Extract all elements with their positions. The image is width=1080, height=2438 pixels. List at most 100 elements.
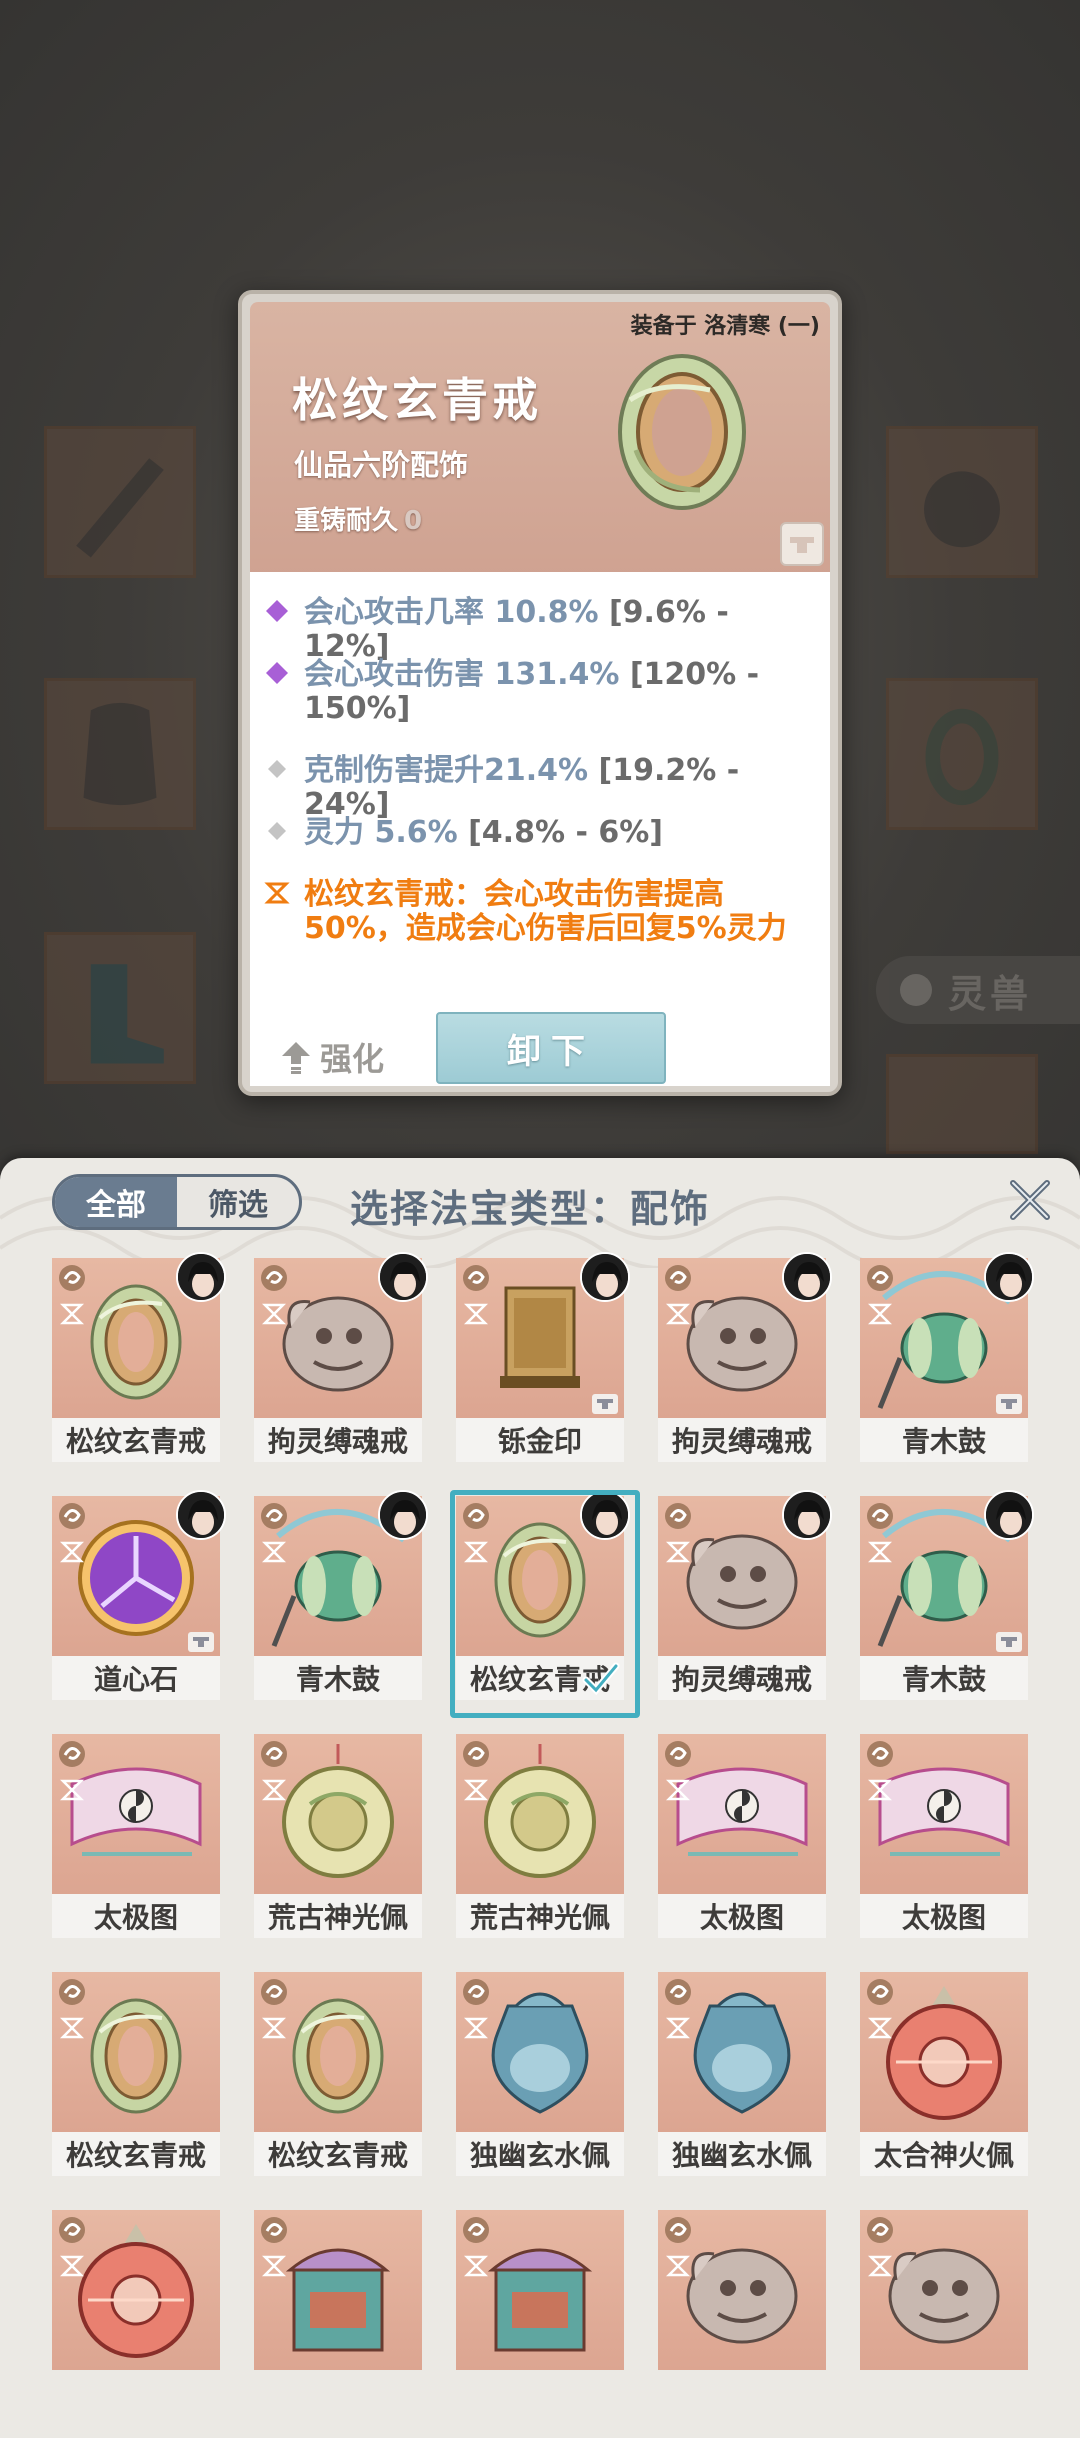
ring-artwork xyxy=(618,354,746,510)
item-card-name: 拘灵缚魂戒 xyxy=(658,1656,826,1700)
close-button[interactable] xyxy=(1004,1174,1056,1226)
item-card-name: 拘灵缚魂戒 xyxy=(254,1418,422,1462)
item-card[interactable] xyxy=(456,2210,624,2420)
stat-line-2: 会心攻击伤害 131.4% [120% - 150%] xyxy=(264,658,824,726)
character-avatar xyxy=(378,1252,428,1302)
rarity-swirl-icon xyxy=(56,1976,88,2008)
item-card[interactable] xyxy=(254,2210,422,2420)
rarity-swirl-icon xyxy=(864,2214,896,2246)
item-card-name: 拘灵缚魂戒 xyxy=(658,1418,826,1462)
rarity-swirl-icon xyxy=(460,1500,492,1532)
item-card-name: 青木鼓 xyxy=(254,1656,422,1700)
item-card[interactable]: 道心石 xyxy=(52,1490,226,1706)
character-avatar xyxy=(782,1490,832,1540)
set-mark-icon xyxy=(59,1302,85,1326)
unequip-button[interactable]: 卸下 xyxy=(436,1012,666,1084)
item-card[interactable]: 青木鼓 xyxy=(860,1490,1034,1706)
item-card[interactable]: 铄金印 xyxy=(456,1252,630,1468)
lock-icon xyxy=(996,1394,1022,1414)
item-card[interactable]: 松纹玄青戒 xyxy=(52,1252,226,1468)
item-card[interactable]: 拘灵缚魂戒 xyxy=(658,1490,832,1706)
item-card[interactable]: 青木鼓 xyxy=(254,1490,428,1706)
item-card-name: 太合神火佩 xyxy=(860,2132,1028,2176)
character-avatar xyxy=(984,1252,1034,1302)
item-card[interactable]: 独幽玄水佩 xyxy=(658,1972,826,2182)
purple-diamond-icon xyxy=(266,662,288,684)
character-avatar xyxy=(176,1252,226,1302)
rarity-swirl-icon xyxy=(460,1262,492,1294)
lock-icon xyxy=(592,1394,618,1414)
set-mark-icon xyxy=(665,1540,691,1564)
treasure-select-panel: 全部 筛选 选择法宝类型：配饰 松纹玄青戒 拘灵缚魂戒 铄金印 拘灵缚魂戒 青木鼓 道心石… xyxy=(0,1158,1080,2438)
stat-2-value: 会心攻击伤害 131.4% xyxy=(304,657,620,692)
checkmark-icon xyxy=(580,1658,620,1698)
character-avatar xyxy=(782,1252,832,1302)
item-card[interactable]: 太极图 xyxy=(658,1734,826,1944)
close-icon xyxy=(1010,1180,1050,1220)
rarity-swirl-icon xyxy=(258,2214,290,2246)
item-card[interactable]: 太极图 xyxy=(52,1734,220,1944)
stat-line-4: 灵力 5.6% [4.8% - 6%] xyxy=(264,816,824,852)
rarity-swirl-icon xyxy=(258,1262,290,1294)
item-card[interactable]: 青木鼓 xyxy=(860,1252,1034,1468)
reforge-label: 重铸耐久 xyxy=(294,506,399,536)
item-card-name: 青木鼓 xyxy=(860,1656,1028,1700)
popup-stats-body: 会心攻击几率 10.8% [9.6% - 12%] 会心攻击伤害 131.4% … xyxy=(250,572,830,1086)
item-grade: 仙品六阶配饰 xyxy=(294,448,469,482)
reforge-durability: 重铸耐久 0 xyxy=(294,500,422,537)
popup-banner: 装备于 洛清寒 (一) 松纹玄青戒 仙品六阶配饰 重铸耐久 0 xyxy=(250,302,830,580)
item-card[interactable] xyxy=(860,2210,1028,2420)
bg-spirit-beast-tab: 灵兽 xyxy=(876,956,1080,1024)
rarity-swirl-icon xyxy=(460,1976,492,2008)
filter-tabs: 全部 筛选 xyxy=(52,1174,302,1230)
item-card-name: 道心石 xyxy=(52,1656,220,1700)
rarity-swirl-icon xyxy=(258,1500,290,1532)
rarity-swirl-icon xyxy=(864,1738,896,1770)
bg-equip-slot-boots xyxy=(44,932,196,1084)
lock-icon xyxy=(996,1632,1022,1652)
item-card[interactable]: 拘灵缚魂戒 xyxy=(254,1252,428,1468)
item-card[interactable]: 太极图 xyxy=(860,1734,1028,1944)
item-card-name: 荒古神光佩 xyxy=(254,1894,422,1938)
tab-filter[interactable]: 筛选 xyxy=(177,1177,299,1227)
item-card[interactable] xyxy=(52,2210,220,2420)
bg-spirit-tab-label: 灵兽 xyxy=(948,971,1033,1016)
item-card-name: 青木鼓 xyxy=(860,1418,1028,1462)
bg-equip-slot-accessory xyxy=(886,678,1038,830)
item-card[interactable]: 独幽玄水佩 xyxy=(456,1972,624,2182)
stat-line-1: 会心攻击几率 10.8% [9.6% - 12%] xyxy=(264,596,824,664)
stat-1-value: 会心攻击几率 10.8% xyxy=(304,595,599,630)
item-card[interactable]: 太合神火佩 xyxy=(860,1972,1028,2182)
rarity-swirl-icon xyxy=(460,1738,492,1770)
item-card[interactable]: 松纹玄青戒 xyxy=(52,1972,220,2182)
stat-4-value: 灵力 5.6% xyxy=(304,815,458,850)
lock-icon xyxy=(188,1632,214,1652)
rarity-swirl-icon xyxy=(864,1262,896,1294)
item-card[interactable]: 松纹玄青戒 xyxy=(450,1490,640,1718)
set-effect-icon xyxy=(264,882,290,904)
rarity-swirl-icon xyxy=(258,1976,290,2008)
set-mark-icon xyxy=(463,1302,489,1326)
lock-button[interactable] xyxy=(780,522,824,566)
item-card[interactable]: 松纹玄青戒 xyxy=(254,1972,422,2182)
set-mark-icon xyxy=(59,2016,85,2040)
tab-all[interactable]: 全部 xyxy=(55,1177,177,1227)
item-card[interactable]: 荒古神光佩 xyxy=(456,1734,624,1944)
item-card[interactable]: 拘灵缚魂戒 xyxy=(658,1252,832,1468)
set-mark-icon xyxy=(463,1540,489,1564)
item-card-name: 松纹玄青戒 xyxy=(254,2132,422,2176)
set-mark-icon xyxy=(59,1778,85,1802)
item-card-name: 独幽玄水佩 xyxy=(456,2132,624,2176)
rarity-swirl-icon xyxy=(258,1738,290,1770)
character-avatar xyxy=(580,1490,630,1540)
enhance-button[interactable]: 强化 xyxy=(280,1034,384,1080)
item-card[interactable]: 荒古神光佩 xyxy=(254,1734,422,1944)
item-card-name: 太极图 xyxy=(658,1894,826,1938)
item-card[interactable] xyxy=(658,2210,826,2420)
rarity-swirl-icon xyxy=(56,1738,88,1770)
set-mark-icon xyxy=(665,1778,691,1802)
set-mark-icon xyxy=(261,1540,287,1564)
rarity-swirl-icon xyxy=(662,1976,694,2008)
purple-diamond-icon xyxy=(266,600,288,622)
lock-icon xyxy=(790,537,814,553)
